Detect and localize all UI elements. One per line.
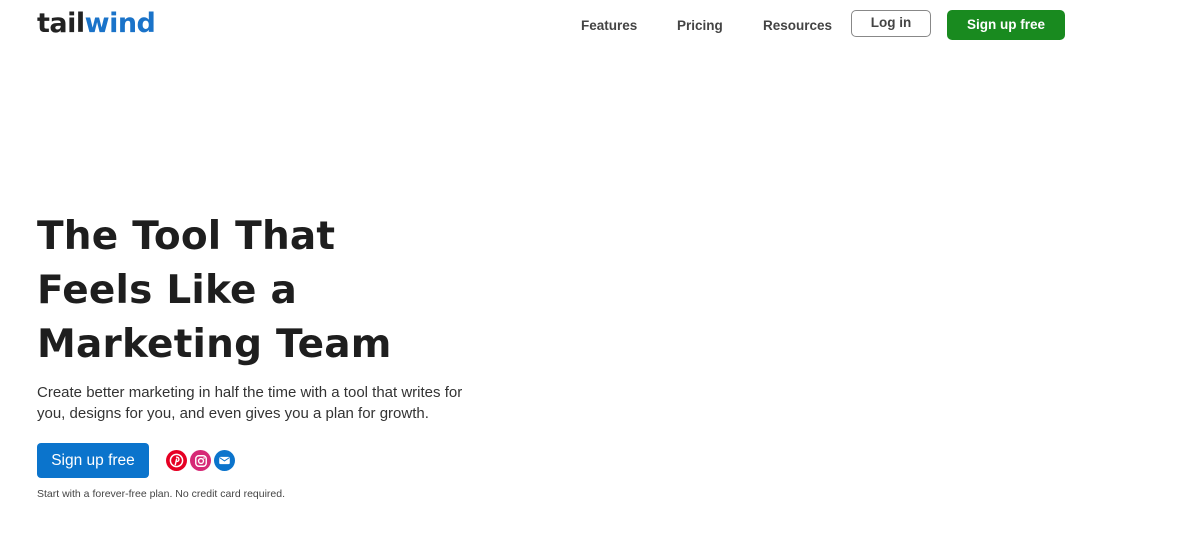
email-icon bbox=[214, 450, 235, 471]
hero-title: The Tool That Feels Like a Marketing Tea… bbox=[37, 214, 392, 367]
pinterest-icon bbox=[166, 450, 187, 471]
nav-pricing[interactable]: Pricing bbox=[677, 18, 723, 33]
social-icons bbox=[166, 450, 235, 471]
signup-header-button[interactable]: Sign up free bbox=[947, 10, 1065, 40]
nav-features[interactable]: Features bbox=[581, 18, 637, 33]
nav-resources[interactable]: Resources bbox=[763, 18, 832, 33]
login-button[interactable]: Log in bbox=[851, 10, 931, 37]
signup-hero-button[interactable]: Sign up free bbox=[37, 443, 149, 478]
hero-subtitle: Create better marketing in half the time… bbox=[37, 384, 463, 422]
free-plan-note: Start with a forever-free plan. No credi… bbox=[37, 488, 286, 500]
instagram-icon bbox=[190, 450, 211, 471]
